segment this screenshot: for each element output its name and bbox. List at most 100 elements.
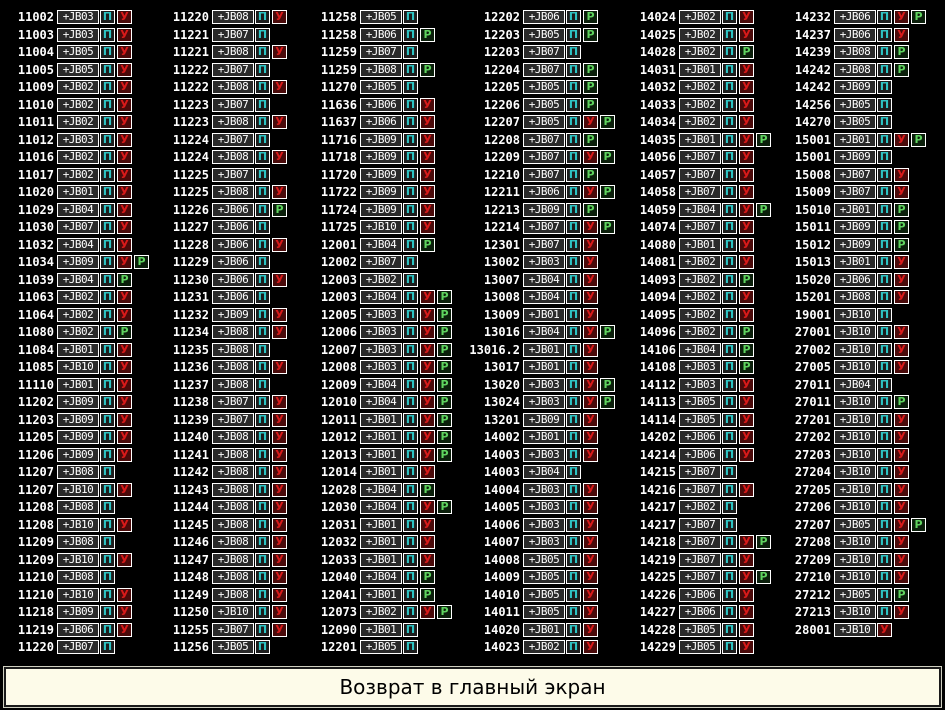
list-item[interactable]: 14023 +JB02 П У [466,639,624,657]
list-item[interactable]: 13008 +JB04 П У [466,289,624,307]
list-item[interactable]: 11020 +JB01 П У [0,184,158,202]
list-item[interactable]: 11034 +JB09 П У Р [0,254,158,272]
list-item[interactable]: 14008 +JB05 П У [466,552,624,570]
list-item[interactable]: 14239 +JB08 П Р [777,44,935,62]
list-item[interactable]: 12208 +JB07 П Р [466,132,624,150]
list-item[interactable]: 14229 +JB05 П У [622,639,780,657]
list-item[interactable]: 11220 +JB08 П У [155,9,313,27]
list-item[interactable]: 15008 +JB07 П У [777,167,935,185]
list-item[interactable]: 27011 +JB04 П [777,377,935,395]
list-item[interactable]: 11228 +JB06 П У [155,237,313,255]
list-item[interactable]: 11245 +JB08 П У [155,517,313,535]
list-item[interactable]: 12201 +JB05 П [303,639,461,657]
list-item[interactable]: 12032 +JB01 П У [303,534,461,552]
list-item[interactable]: 14033 +JB02 П У [622,97,780,115]
list-item[interactable]: 11258 +JB06 П Р [303,27,461,45]
list-item[interactable]: 11249 +JB08 П У [155,587,313,605]
list-item[interactable]: 11222 +JB07 П [155,62,313,80]
list-item[interactable]: 12014 +JB01 П У [303,464,461,482]
list-item[interactable]: 12202 +JB06 П Р [466,9,624,27]
list-item[interactable]: 12040 +JB04 П Р [303,569,461,587]
list-item[interactable]: 14219 +JB07 П У [622,552,780,570]
list-item[interactable]: 12204 +JB07 П Р [466,62,624,80]
list-item[interactable]: 11226 +JB06 П Р [155,202,313,220]
list-item[interactable]: 14242 +JB08 П Р [777,62,935,80]
list-item[interactable]: 11716 +JB09 П У [303,132,461,150]
list-item[interactable]: 11255 +JB07 П У [155,622,313,640]
list-item[interactable]: 12008 +JB03 П У Р [303,359,461,377]
list-item[interactable]: 14094 +JB02 П У [622,289,780,307]
list-item[interactable]: 11009 +JB02 П У [0,79,158,97]
list-item[interactable]: 14108 +JB03 П Р [622,359,780,377]
list-item[interactable]: 11221 +JB07 П [155,27,313,45]
list-item[interactable]: 11004 +JB05 П У [0,44,158,62]
list-item[interactable]: 11259 +JB08 П Р [303,62,461,80]
list-item[interactable]: 27002 +JB10 П У [777,342,935,360]
list-item[interactable]: 27201 +JB10 П У [777,412,935,430]
list-item[interactable]: 15010 +JB01 П Р [777,202,935,220]
list-item[interactable]: 11012 +JB03 П У [0,132,158,150]
list-item[interactable]: 11210 +JB10 П У [0,587,158,605]
list-item[interactable]: 15020 +JB06 П У [777,272,935,290]
list-item[interactable]: 11218 +JB09 П У [0,604,158,622]
list-item[interactable]: 14226 +JB06 П У [622,587,780,605]
list-item[interactable]: 15013 +JB01 П У [777,254,935,272]
list-item[interactable]: 11224 +JB07 П [155,132,313,150]
list-item[interactable]: 11010 +JB02 П У [0,97,158,115]
list-item[interactable]: 14010 +JB05 П У [466,587,624,605]
list-item[interactable]: 11207 +JB10 П У [0,482,158,500]
list-item[interactable]: 12001 +JB04 П Р [303,237,461,255]
list-item[interactable]: 11636 +JB06 П У [303,97,461,115]
list-item[interactable]: 14003 +JB03 П У [466,447,624,465]
list-item[interactable]: 11724 +JB09 П У [303,202,461,220]
list-item[interactable]: 14035 +JB01 П У Р [622,132,780,150]
list-item[interactable]: 14011 +JB05 П У [466,604,624,622]
list-item[interactable]: 14093 +JB02 П Р [622,272,780,290]
list-item[interactable]: 14034 +JB02 П У [622,114,780,132]
list-item[interactable]: 27204 +JB10 П У [777,464,935,482]
list-item[interactable]: 11227 +JB06 П [155,219,313,237]
list-item[interactable]: 11002 +JB03 П У [0,9,158,27]
list-item[interactable]: 14020 +JB01 П У [466,622,624,640]
list-item[interactable]: 12209 +JB07 П У Р [466,149,624,167]
list-item[interactable]: 14216 +JB07 П У [622,482,780,500]
list-item[interactable]: 14024 +JB02 П У [622,9,780,27]
list-item[interactable]: 12003 +JB04 П У Р [303,289,461,307]
list-item[interactable]: 11032 +JB04 П У [0,237,158,255]
list-item[interactable]: 13002 +JB03 П У [466,254,624,272]
list-item[interactable]: 11084 +JB01 П У [0,342,158,360]
list-item[interactable]: 11207 +JB08 П [0,464,158,482]
list-item[interactable]: 14025 +JB02 П У [622,27,780,45]
list-item[interactable]: 11246 +JB08 П У [155,534,313,552]
list-item[interactable]: 11236 +JB08 П У [155,359,313,377]
list-item[interactable]: 11208 +JB08 П [0,499,158,517]
list-item[interactable]: 27206 +JB10 П У [777,499,935,517]
list-item[interactable]: 11718 +JB09 П У [303,149,461,167]
list-item[interactable]: 11039 +JB04 П Р [0,272,158,290]
list-item[interactable]: 14002 +JB01 П У [466,429,624,447]
list-item[interactable]: 11016 +JB02 П У [0,149,158,167]
list-item[interactable]: 14112 +JB03 П У [622,377,780,395]
list-item[interactable]: 13201 +JB09 П У [466,412,624,430]
list-item[interactable]: 12206 +JB05 П Р [466,97,624,115]
list-item[interactable]: 14227 +JB06 П У [622,604,780,622]
list-item[interactable]: 11209 +JB08 П [0,534,158,552]
list-item[interactable]: 11238 +JB07 П У [155,394,313,412]
list-item[interactable]: 11229 +JB06 П [155,254,313,272]
list-item[interactable]: 27208 +JB10 П У [777,534,935,552]
list-item[interactable]: 13024 +JB03 П У Р [466,394,624,412]
list-item[interactable]: 14270 +JB05 П [777,114,935,132]
list-item[interactable]: 11210 +JB08 П [0,569,158,587]
list-item[interactable]: 14009 +JB05 П У [466,569,624,587]
list-item[interactable]: 14005 +JB03 П У [466,499,624,517]
list-item[interactable]: 12002 +JB07 П [303,254,461,272]
list-item[interactable]: 14217 +JB02 П [622,499,780,517]
list-item[interactable]: 11237 +JB08 П [155,377,313,395]
list-item[interactable]: 13009 +JB01 П У [466,307,624,325]
list-item[interactable]: 14074 +JB07 П У [622,219,780,237]
list-item[interactable]: 14058 +JB07 П У [622,184,780,202]
list-item[interactable]: 12011 +JB01 П У Р [303,412,461,430]
list-item[interactable]: 12073 +JB02 П У Р [303,604,461,622]
list-item[interactable]: 14004 +JB03 П У [466,482,624,500]
list-item[interactable]: 14057 +JB07 П У [622,167,780,185]
